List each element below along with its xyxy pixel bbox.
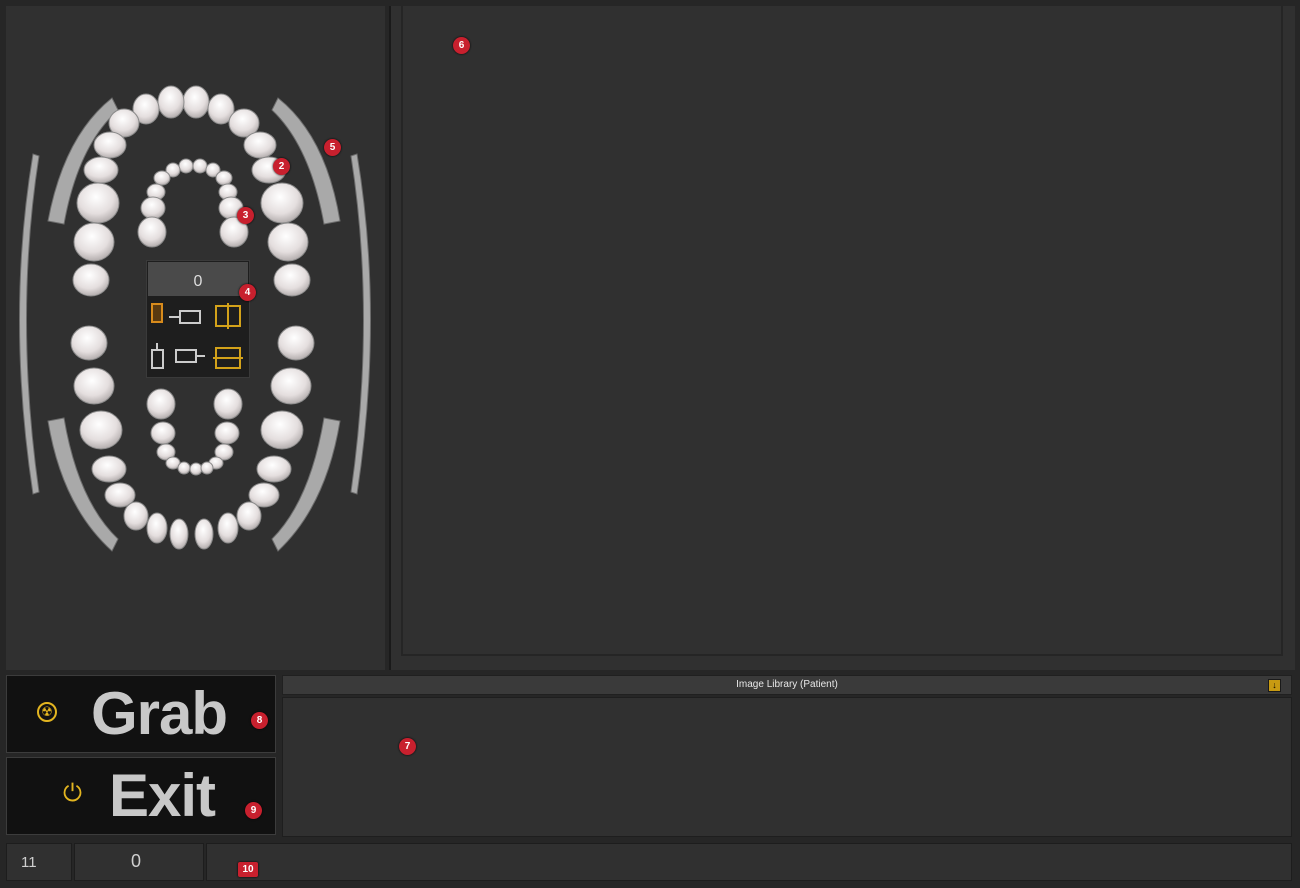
tooth-chart-panel: 0 — [6, 6, 385, 670]
callout-10: 10 — [238, 862, 258, 877]
callout-7: 7 — [399, 738, 416, 755]
lower-primary-teeth — [146, 388, 243, 476]
sensor-rotate-portrait-icon — [151, 349, 164, 369]
arrow-down-icon[interactable]: ↓ — [1268, 679, 1281, 692]
callout-5: 5 — [324, 139, 341, 156]
image-library-list[interactable] — [282, 697, 1292, 837]
image-counter: 0 — [148, 262, 248, 296]
sensor-rotate-landscape-button[interactable] — [175, 347, 211, 367]
callout-8: 8 — [251, 712, 268, 729]
sensor-rotate-landscape-icon — [175, 349, 197, 363]
sensor-portrait-button[interactable] — [151, 303, 167, 333]
callout-9: 9 — [245, 802, 262, 819]
exit-button[interactable]: ⏻ Exit — [6, 757, 276, 835]
side-right-bar — [350, 153, 371, 495]
image-viewer-panel[interactable] — [389, 6, 1295, 670]
grab-button[interactable]: ☢ Grab — [6, 675, 276, 753]
sensor-control-box: 0 — [146, 260, 250, 378]
callout-4: 4 — [239, 284, 256, 301]
sensor-portrait-icon — [151, 303, 163, 323]
radiation-icon: ☢ — [37, 702, 57, 722]
callout-6: 6 — [453, 37, 470, 54]
image-library-title: Image Library (Patient) — [736, 679, 838, 690]
upper-primary-teeth — [137, 158, 249, 248]
image-library-header: Image Library (Patient) ↓ — [282, 675, 1292, 695]
sensor-rotate-portrait-button[interactable] — [151, 343, 167, 373]
exit-label: Exit — [109, 762, 216, 829]
status-count: 0 — [131, 851, 142, 871]
callout-3: 3 — [237, 207, 254, 224]
grab-label: Grab — [91, 680, 228, 747]
mirror-vertical-button[interactable] — [213, 343, 245, 373]
status-message — [206, 843, 1292, 881]
status-cell-tooth: 11 — [6, 843, 72, 881]
sensor-landscape-button[interactable] — [169, 308, 209, 328]
image-viewer-frame[interactable] — [401, 6, 1283, 656]
side-left-bar — [19, 153, 40, 495]
callout-2: 2 — [273, 158, 290, 175]
sensor-landscape-icon — [169, 316, 179, 318]
status-bar: 11 0 — [6, 843, 1292, 881]
power-icon: ⏻ — [63, 780, 82, 807]
mirror-horizontal-button[interactable] — [213, 303, 245, 333]
status-cell-count: 0 — [74, 843, 204, 881]
status-tooth-number: 11 — [21, 854, 37, 871]
